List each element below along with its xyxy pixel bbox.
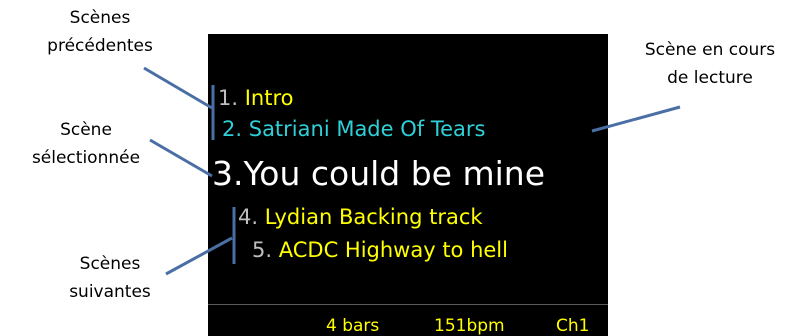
pointer-playing-line bbox=[591, 105, 681, 133]
pointer-previous-line bbox=[143, 66, 213, 110]
pointer-selected-line bbox=[149, 138, 213, 178]
annotation-lines bbox=[143, 66, 681, 276]
pointer-next-line bbox=[165, 236, 233, 276]
